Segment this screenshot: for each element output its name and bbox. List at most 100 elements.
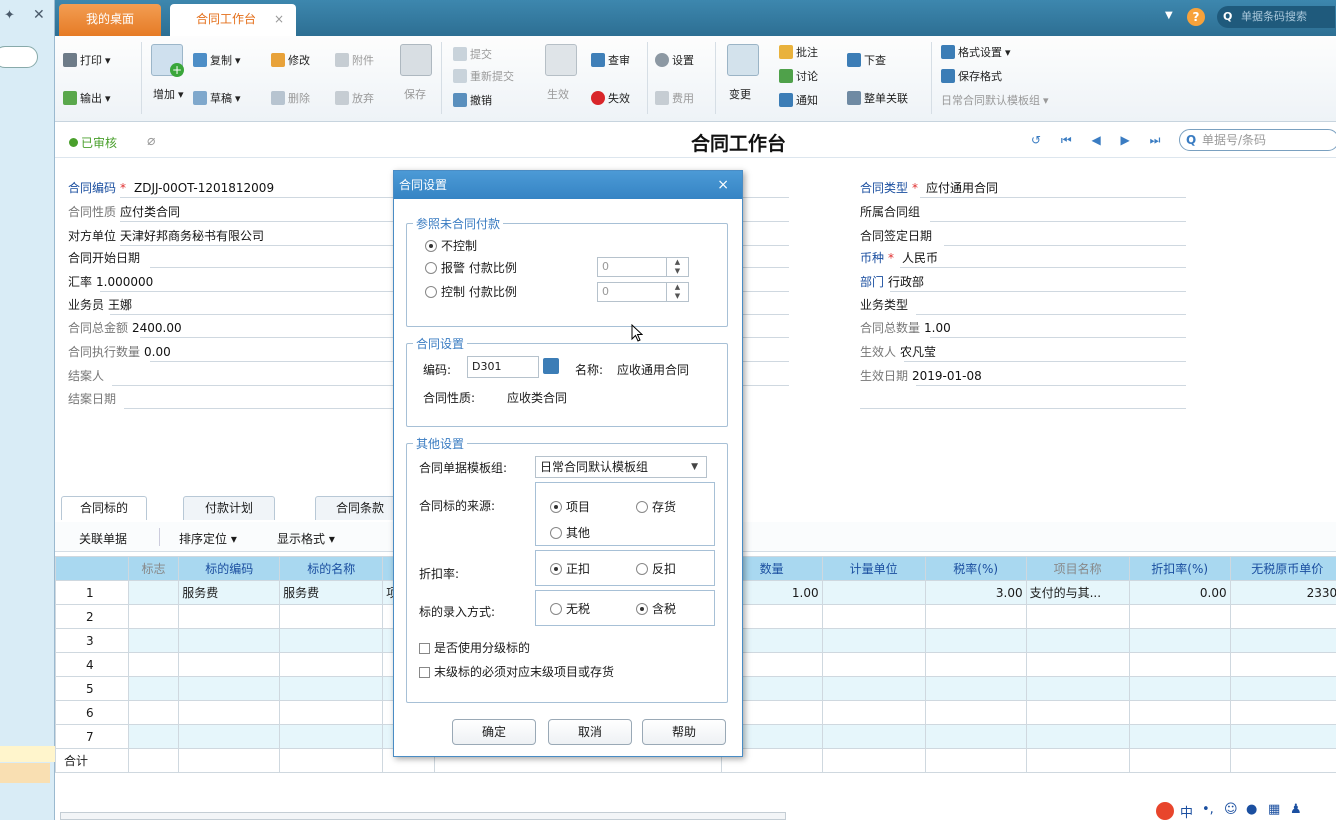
column-header[interactable]: 折扣率(%) [1128, 556, 1231, 581]
field-effective-person[interactable]: 生效人 农凡莹 [860, 344, 936, 360]
delete-button[interactable]: 删除 [271, 90, 310, 106]
display-format-button[interactable]: 显示格式 ▾ [277, 530, 335, 547]
radio-source-project[interactable]: 项目 [550, 499, 590, 515]
save-format-button[interactable]: 保存格式 [941, 68, 1002, 84]
change-checklist-icon[interactable] [727, 44, 759, 76]
chevron-down-icon[interactable]: ▼ [1165, 10, 1173, 21]
radio-entry-notax[interactable]: 无税 [550, 601, 590, 617]
warn-ratio-stepper[interactable]: 0 ▲ ▼ [597, 257, 689, 277]
tab-contract-workbench[interactable]: 合同工作台 × [170, 4, 296, 36]
export-button[interactable]: 输出 ▾ [63, 90, 111, 106]
field-total-qty[interactable]: 合同总数量 1.00 [860, 320, 951, 336]
nav-item-selected[interactable] [0, 763, 50, 783]
code-input[interactable]: D301 [467, 356, 539, 378]
punctuation-icon[interactable]: •, [1202, 802, 1214, 817]
paperclip-icon[interactable]: ⌀ [147, 133, 155, 149]
column-header[interactable]: 标志 [127, 556, 180, 581]
radio-source-stock[interactable]: 存货 [636, 499, 676, 515]
tab-contract-subject[interactable]: 合同标的 [61, 496, 147, 520]
pin-icon[interactable]: ✦ [4, 8, 15, 23]
radio-control-ratio[interactable]: 控制 付款比例 [425, 284, 517, 300]
settings-button[interactable]: 设置 [655, 52, 694, 68]
field-start-date[interactable]: 合同开始日期 [68, 250, 144, 266]
radio-discount-positive[interactable]: 正扣 [550, 561, 590, 577]
barcode-search-input[interactable]: Q 单据条码搜索 [1217, 6, 1335, 28]
submit-button[interactable]: 提交 [453, 46, 492, 62]
field-executed-qty[interactable]: 合同执行数量 0.00 [68, 344, 171, 360]
cell[interactable]: 3.00 [924, 580, 1027, 605]
cell[interactable]: 服务费 [178, 580, 281, 605]
tab-payment-plan[interactable]: 付款计划 [183, 496, 275, 520]
ime-toolbar[interactable]: 中 •, ☺ ● ▦ ♟ [1152, 800, 1336, 820]
radio-entry-tax[interactable]: 含税 [636, 601, 676, 617]
document-number-search[interactable]: Q 单据号/条码 [1179, 129, 1336, 151]
review-button[interactable]: 查审 [591, 52, 630, 68]
keyboard-icon[interactable]: ▦ [1268, 802, 1280, 817]
template-select[interactable]: 日常合同默认模板组 ▼ [535, 456, 707, 478]
nav-item-highlight[interactable] [0, 746, 55, 762]
modify-button[interactable]: 修改 [271, 52, 310, 68]
stepper-arrows-icon[interactable]: ▲ ▼ [666, 258, 688, 276]
cell[interactable] [821, 580, 926, 605]
effect-document-icon[interactable] [545, 44, 577, 76]
annotate-button[interactable]: 批注 [779, 44, 818, 60]
column-header[interactable]: 标的编码 [178, 556, 281, 581]
record-navigation-icons[interactable]: ↺ ⏮ ◀ ▶ ⏭ [1031, 133, 1168, 148]
user-icon[interactable]: ♟ [1290, 802, 1302, 817]
change-button[interactable]: 变更 [729, 86, 751, 102]
cell[interactable]: 支付的与其... [1025, 580, 1130, 605]
radio-discount-reverse[interactable]: 反扣 [636, 561, 676, 577]
cell[interactable]: 2330. [1229, 580, 1336, 605]
help-button[interactable]: 帮助 [642, 719, 726, 745]
tab-close-icon[interactable]: × [274, 4, 284, 34]
checkbox-use-hierarchy[interactable]: 是否使用分级标的 [419, 640, 530, 656]
template-select[interactable]: 日常合同默认模板组 ▾ [941, 92, 1049, 108]
add-document-icon[interactable]: + [151, 44, 184, 77]
field-contract-type[interactable]: 合同类型 * 应付通用合同 [860, 180, 998, 196]
checkbox-leaf-required[interactable]: 末级标的必须对应末级项目或存货 [419, 664, 614, 680]
add-button[interactable]: 增加 ▾ [153, 86, 184, 102]
help-icon[interactable]: ? [1187, 8, 1205, 26]
field-close-date[interactable]: 结案日期 [68, 391, 120, 407]
radio-source-other[interactable]: 其他 [550, 525, 590, 541]
column-header[interactable]: 税率(%) [924, 556, 1027, 581]
field-business-type[interactable]: 业务类型 [860, 297, 912, 313]
field-currency[interactable]: 币种 * 人民币 [860, 250, 938, 266]
invalid-button[interactable]: 失效 [591, 90, 630, 106]
emoji-icon[interactable]: ☺ [1224, 802, 1238, 817]
tab-contract-terms[interactable]: 合同条款 [315, 496, 405, 520]
resubmit-button[interactable]: 重新提交 [453, 68, 514, 84]
field-total-amount[interactable]: 合同总金额 2400.00 [68, 320, 182, 336]
field-effective-date[interactable]: 生效日期 2019-01-08 [860, 368, 982, 384]
cell[interactable]: 0.00 [1128, 580, 1231, 605]
field-counterparty[interactable]: 对方单位 天津好邦商务秘书有限公司 [68, 228, 264, 244]
effect-button[interactable]: 生效 [547, 86, 569, 102]
field-contract-nature[interactable]: 合同性质 应付类合同 [68, 204, 180, 220]
radio-warn-ratio[interactable]: 报警 付款比例 [425, 260, 517, 276]
save-button[interactable]: 保存 [404, 86, 426, 102]
column-header[interactable]: 标的名称 [279, 556, 384, 581]
sort-locate-button[interactable]: 排序定位 ▾ [179, 530, 237, 547]
cell[interactable]: 服务费 [279, 580, 384, 605]
ok-button[interactable]: 确定 [452, 719, 536, 745]
cell[interactable] [127, 580, 180, 605]
close-icon[interactable]: × [717, 171, 729, 199]
lookdown-button[interactable]: 下查 [847, 52, 886, 68]
discuss-button[interactable]: 讨论 [779, 68, 818, 84]
cancel-button[interactable]: 取消 [548, 719, 632, 745]
field-contract-group[interactable]: 所属合同组 [860, 204, 924, 220]
print-button[interactable]: 打印 ▾ [63, 52, 111, 68]
column-header[interactable]: 项目名称 [1025, 556, 1130, 581]
field-sign-date[interactable]: 合同签定日期 [860, 228, 936, 244]
control-ratio-stepper[interactable]: 0 ▲ ▼ [597, 282, 689, 302]
column-header[interactable]: 无税原币单价 [1229, 556, 1336, 581]
field-exchange-rate[interactable]: 汇率 1.000000 [68, 274, 153, 290]
link-all-button[interactable]: 整单关联 [847, 90, 908, 106]
field-department[interactable]: 部门 行政部 [860, 274, 924, 290]
calendar-picker-icon[interactable] [543, 358, 559, 374]
nav-search-input[interactable] [0, 46, 38, 68]
format-settings-button[interactable]: 格式设置 ▾ [941, 44, 1011, 60]
abandon-button[interactable]: 放弃 [335, 90, 374, 106]
ime-mode-label[interactable]: 中 [1180, 802, 1193, 820]
close-icon[interactable]: ✕ [33, 7, 45, 23]
